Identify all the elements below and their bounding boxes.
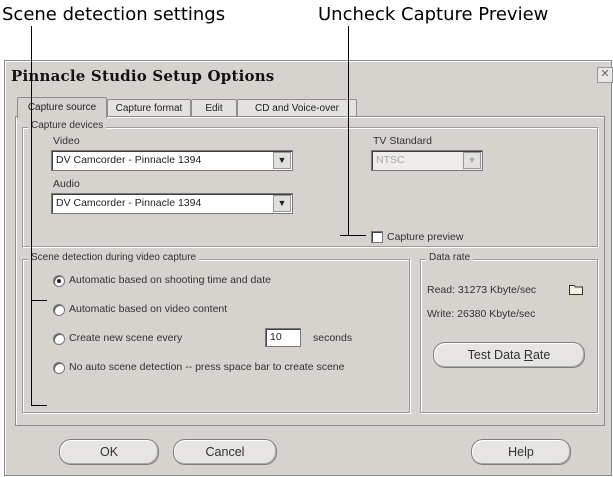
help-button[interactable]: Help <box>471 439 571 465</box>
scene-option-video-content-label[interactable]: Automatic based on video content <box>69 303 227 315</box>
scene-option-manual-radio[interactable] <box>53 362 65 374</box>
close-icon[interactable]: ✕ <box>597 67 613 83</box>
test-data-rate-label-prefix: Test Data <box>467 348 524 362</box>
tv-standard-label: TV Standard <box>373 135 432 147</box>
chevron-down-icon[interactable]: ▼ <box>273 152 291 169</box>
callout-line <box>31 26 32 406</box>
scene-option-video-content-radio[interactable] <box>53 304 65 316</box>
data-rate-group: Data rate Read: 31273 Kbyte/sec Write: 2… <box>420 252 598 413</box>
callout-line <box>340 235 366 236</box>
callout-scene-detection: Scene detection settings <box>2 4 226 25</box>
ok-button[interactable]: OK <box>59 439 159 465</box>
cancel-button[interactable]: Cancel <box>173 439 277 465</box>
title-bar[interactable]: Pinnacle Studio Setup Options ✕ <box>5 61 613 91</box>
video-device-select[interactable]: DV Camcorder - Pinnacle 1394 ▼ <box>51 150 293 171</box>
capture-devices-group: Capture devices Video DV Camcorder - Pin… <box>22 120 598 247</box>
scene-option-interval-radio[interactable] <box>53 333 65 345</box>
capture-devices-legend: Capture devices <box>28 120 107 131</box>
capture-preview-label[interactable]: Capture preview <box>387 231 463 243</box>
audio-device-select[interactable]: DV Camcorder - Pinnacle 1394 ▼ <box>51 193 293 214</box>
test-data-rate-label-suffix: ate <box>532 348 551 362</box>
window-title: Pinnacle Studio Setup Options <box>11 67 275 85</box>
write-rate-text: Write: 26380 Kbyte/sec <box>427 308 536 320</box>
capture-preview-checkbox[interactable] <box>371 231 383 243</box>
callout-line <box>31 300 47 301</box>
scene-option-shooting-time-radio[interactable] <box>53 275 65 287</box>
scene-interval-unit: seconds <box>313 332 353 344</box>
callout-line <box>348 26 349 236</box>
chevron-down-icon[interactable]: ▼ <box>273 195 291 212</box>
tab-cd-voice-over[interactable]: CD and Voice-over <box>237 99 357 117</box>
scene-detection-legend: Scene detection during video capture <box>28 252 200 263</box>
data-rate-legend: Data rate <box>426 252 474 263</box>
test-data-rate-label-accel: R <box>523 348 533 362</box>
read-rate-text: Read: 31273 Kbyte/sec <box>427 284 537 296</box>
capture-source-panel: Capture devices Video DV Camcorder - Pin… <box>15 116 605 426</box>
chevron-down-icon: ▼ <box>463 152 481 169</box>
test-data-rate-button[interactable]: Test Data Rate <box>433 342 585 368</box>
tab-edit[interactable]: Edit <box>191 99 237 117</box>
scene-option-shooting-time-label[interactable]: Automatic based on shooting time and dat… <box>69 274 271 286</box>
audio-label: Audio <box>53 178 80 190</box>
tv-standard-value: NTSC <box>376 154 405 166</box>
setup-options-dialog: Pinnacle Studio Setup Options ✕ Capture … <box>4 60 613 476</box>
folder-icon[interactable] <box>569 284 583 295</box>
video-device-value: DV Camcorder - Pinnacle 1394 <box>56 154 202 166</box>
scene-interval-input[interactable]: 10 <box>265 328 301 347</box>
scene-detection-group: Scene detection during video capture Aut… <box>22 252 410 413</box>
scene-option-interval-label[interactable]: Create new scene every <box>69 332 182 344</box>
video-label: Video <box>53 135 80 147</box>
tv-standard-select: NTSC ▼ <box>371 150 483 171</box>
scene-option-manual-label[interactable]: No auto scene detection -- press space b… <box>69 361 345 373</box>
tab-capture-format[interactable]: Capture format <box>107 99 191 117</box>
audio-device-value: DV Camcorder - Pinnacle 1394 <box>56 197 202 209</box>
callout-line <box>31 405 47 406</box>
callout-capture-preview: Uncheck Capture Preview <box>318 4 549 25</box>
